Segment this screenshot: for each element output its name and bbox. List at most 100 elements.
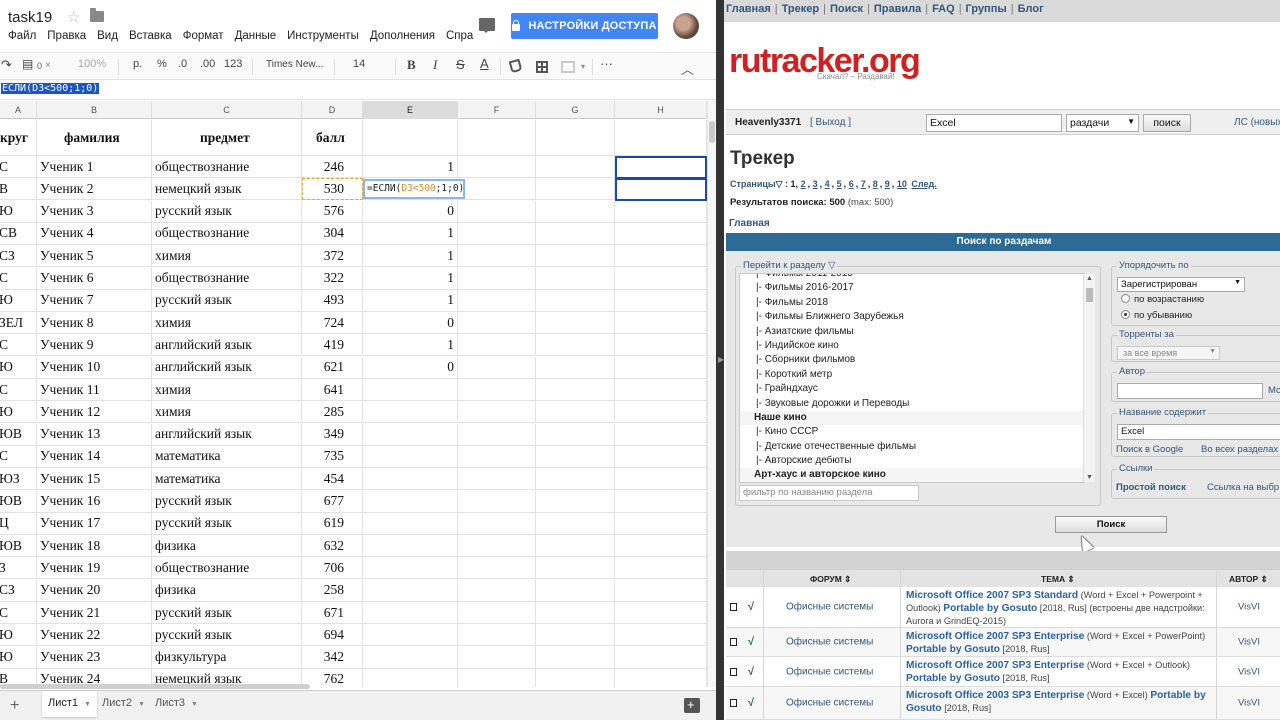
nav-link[interactable]: Поиск	[830, 3, 863, 15]
file-icon[interactable]	[730, 667, 737, 676]
cell[interactable]: 677	[302, 490, 363, 512]
cell[interactable]: В	[0, 178, 37, 200]
forum-list-item[interactable]: |- Фильмы Ближнего Зарубежья	[740, 310, 1084, 324]
cell[interactable]: химия	[152, 401, 302, 423]
forum-list-item[interactable]: |- Детские отечественные фильмы	[740, 440, 1084, 454]
cell[interactable]: С	[0, 602, 37, 623]
page-link[interactable]: 2	[801, 179, 806, 189]
cell[interactable]: 304	[302, 222, 363, 244]
cell[interactable]	[615, 602, 707, 623]
cell[interactable]	[458, 557, 536, 579]
cell[interactable]	[536, 334, 615, 356]
formula-bar[interactable]: ЕСЛИ(D3<500;1;0)	[0, 81, 716, 100]
google-search-link[interactable]: Поиск в Google	[1116, 444, 1183, 455]
cell[interactable]	[363, 120, 458, 155]
cell[interactable]: 258	[302, 579, 363, 601]
cell[interactable]: ЮВ	[0, 423, 37, 445]
forum-list-item[interactable]: |- Грайндхаус	[740, 382, 1084, 396]
breadcrumb-home[interactable]: Главная	[729, 218, 770, 229]
cell[interactable]	[363, 423, 458, 445]
cell[interactable]: 724	[302, 312, 363, 334]
cell[interactable]	[363, 490, 458, 512]
cell[interactable]: русский язык	[152, 512, 302, 534]
author-more-link[interactable]: Мо	[1268, 385, 1280, 396]
cell[interactable]	[458, 602, 536, 623]
cell[interactable]	[458, 401, 536, 423]
cell[interactable]: химия	[152, 245, 302, 267]
title-contains-input[interactable]: Excel	[1117, 424, 1280, 440]
menu-item[interactable]: Файл	[8, 30, 36, 46]
cell[interactable]	[536, 245, 615, 267]
cell[interactable]: 372	[302, 245, 363, 267]
cell[interactable]	[536, 156, 615, 177]
cell[interactable]: Ученик 4	[37, 222, 152, 244]
menu-item[interactable]: Спра	[446, 30, 473, 46]
forum-list[interactable]: |- Фильмы 2011-2015 |- Фильмы 2016-2017 |-…	[739, 273, 1085, 483]
cell[interactable]	[458, 312, 536, 334]
cell[interactable]: предмет	[152, 120, 302, 155]
cell-editor[interactable]: =ЕСЛИ(D3<500;1;0)	[363, 179, 465, 199]
bold-button[interactable]: B	[407, 57, 416, 73]
cell[interactable]: математика	[152, 445, 302, 467]
cell[interactable]: 619	[302, 512, 363, 534]
cell[interactable]: Ученик 16	[37, 490, 152, 512]
cell[interactable]: С	[0, 445, 37, 467]
forum-list-item[interactable]: |- Фильмы 2016-2017	[740, 281, 1084, 295]
cell[interactable]: С	[0, 267, 37, 289]
cell[interactable]	[615, 379, 707, 400]
forum-list-item[interactable]: |- Азиатские фильмы	[740, 325, 1084, 339]
cell[interactable]: химия	[152, 379, 302, 400]
forum-list-item[interactable]: |- Кино СССР	[740, 425, 1084, 439]
cell[interactable]	[615, 535, 707, 557]
cell[interactable]	[363, 646, 458, 668]
print-icon[interactable]: ▤	[22, 57, 33, 71]
zoom-select[interactable]: 100%	[78, 58, 106, 70]
cell[interactable]: Ученик 14	[37, 445, 152, 467]
result-author-link[interactable]: VisVI	[1238, 637, 1260, 648]
cell[interactable]	[363, 579, 458, 601]
cell[interactable]	[536, 120, 615, 155]
cell[interactable]: Ученик 8	[37, 312, 152, 334]
cell[interactable]	[615, 445, 707, 467]
cell[interactable]: английский язык	[152, 423, 302, 445]
cell[interactable]: 493	[302, 289, 363, 311]
cell[interactable]	[536, 646, 615, 668]
column-forum-header[interactable]: ФОРУМ ⇕	[810, 574, 851, 585]
scrollbar-thumb[interactable]	[709, 121, 715, 143]
cell[interactable]: круг	[0, 120, 37, 155]
cell[interactable]: 349	[302, 423, 363, 445]
cell[interactable]: 246	[302, 156, 363, 177]
cell[interactable]: Ученик 15	[37, 468, 152, 490]
page-link[interactable]: 6	[849, 179, 854, 189]
forum-list-scrollbar[interactable]: ▲ ▼	[1083, 274, 1095, 482]
username[interactable]: Heavenly3371	[735, 117, 801, 128]
cell[interactable]	[458, 120, 536, 155]
cell[interactable]: СВ	[0, 222, 37, 244]
cell[interactable]	[615, 512, 707, 534]
chevron-up-icon[interactable]: ▲	[1086, 275, 1093, 282]
chevron-down-icon[interactable]: ▽	[776, 179, 783, 189]
cell[interactable]	[458, 535, 536, 557]
increase-decimals-button[interactable]: .00	[200, 58, 215, 70]
cell[interactable]	[458, 490, 536, 512]
cell[interactable]	[458, 178, 536, 200]
cell[interactable]: английский язык	[152, 356, 302, 378]
cell[interactable]: Ученик 9	[37, 334, 152, 356]
cell[interactable]	[536, 267, 615, 289]
forum-filter-input[interactable]: фильтр по названию раздела	[739, 485, 919, 501]
result-topic[interactable]: Microsoft Office 2003 SP3 Enterprise (Wo…	[906, 689, 1232, 715]
borders-icon[interactable]	[536, 61, 548, 73]
cell[interactable]	[536, 624, 615, 646]
cell[interactable]: физика	[152, 579, 302, 601]
cell[interactable]	[615, 557, 707, 579]
chevron-down-icon[interactable]: ▼	[1086, 474, 1093, 481]
cell[interactable]: Ученик 23	[37, 646, 152, 668]
cell[interactable]: Ученик 21	[37, 602, 152, 623]
cell[interactable]	[615, 490, 707, 512]
font-select[interactable]: Times New...	[266, 59, 323, 70]
cell[interactable]: Ученик 1	[37, 156, 152, 177]
nav-link[interactable]: Группы	[966, 3, 1007, 15]
cell[interactable]	[458, 156, 536, 177]
cell[interactable]	[615, 624, 707, 646]
nav-link[interactable]: Блог	[1018, 3, 1044, 15]
